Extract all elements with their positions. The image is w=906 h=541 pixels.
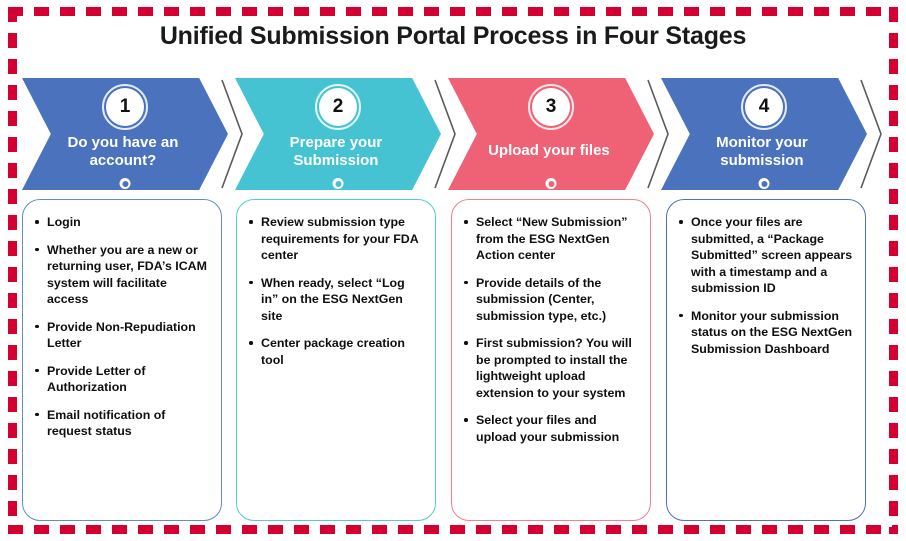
- stage-band: 1 Do you have an account? 2 Prepare your Su…: [0, 78, 906, 190]
- stage-header-4[interactable]: 4 Monitor your submission: [661, 78, 867, 190]
- stage-connector-dot: [119, 178, 131, 189]
- list-item: Provide Non-Repudiation Letter: [29, 319, 209, 352]
- stage-card-3: Select “New Submission” from the ESG Nex…: [451, 199, 651, 521]
- list-item: Email notification of request status: [29, 407, 209, 440]
- stage-bullet-list: Select “New Submission” from the ESG Nex…: [458, 214, 638, 445]
- stage-bullet-list: Once your files are submitted, a “Packag…: [673, 214, 853, 357]
- stage-number-badge: 4: [745, 88, 783, 126]
- stage-label: Monitor your submission: [716, 134, 808, 170]
- stage-label: Upload your files: [488, 142, 610, 159]
- stage-connector-dot: [545, 178, 557, 189]
- stage-header-3[interactable]: 3 Upload your files: [448, 78, 654, 190]
- list-item: Select your files and upload your submis…: [458, 412, 638, 445]
- list-item: Provide details of the submission (Cente…: [458, 275, 638, 325]
- list-item: Monitor your submission status on the ES…: [673, 308, 853, 358]
- stage-header-2[interactable]: 2 Prepare your Submission: [235, 78, 441, 190]
- list-item: Review submission type requirements for …: [243, 214, 423, 264]
- list-item: Login: [29, 214, 209, 231]
- list-item: First submission? You will be prompted t…: [458, 335, 638, 401]
- stage-card-1: Login Whether you are a new or returning …: [22, 199, 222, 521]
- stage-card-2: Review submission type requirements for …: [236, 199, 436, 521]
- stage-bullet-list: Login Whether you are a new or returning …: [29, 214, 209, 440]
- stage-number-badge: 2: [319, 88, 357, 126]
- stage-connector-dot: [758, 178, 770, 189]
- list-item: Whether you are a new or returning user,…: [29, 242, 209, 308]
- stage-label: Prepare your Submission: [289, 134, 383, 170]
- stage-number-badge: 1: [106, 88, 144, 126]
- stage-card-4: Once your files are submitted, a “Packag…: [666, 199, 866, 521]
- stage-connector-dot: [332, 178, 344, 189]
- page-title: Unified Submission Portal Process in Fou…: [159, 22, 747, 50]
- dashed-border-top: [8, 7, 898, 16]
- list-item: Select “New Submission” from the ESG Nex…: [458, 214, 638, 264]
- stage-label: Do you have an account?: [67, 134, 179, 170]
- diagram-frame: Unified Submission Portal Process in Fou…: [0, 0, 906, 541]
- list-item: Center package creation tool: [243, 335, 423, 368]
- stage-header-1[interactable]: 1 Do you have an account?: [22, 78, 228, 190]
- dashed-border-bottom: [8, 525, 898, 534]
- list-item: Provide Letter of Authorization: [29, 363, 209, 396]
- list-item: When ready, select “Log in” on the ESG N…: [243, 275, 423, 325]
- list-item: Once your files are submitted, a “Packag…: [673, 214, 853, 297]
- stage-bullet-list: Review submission type requirements for …: [243, 214, 423, 368]
- stage-number-badge: 3: [532, 88, 570, 126]
